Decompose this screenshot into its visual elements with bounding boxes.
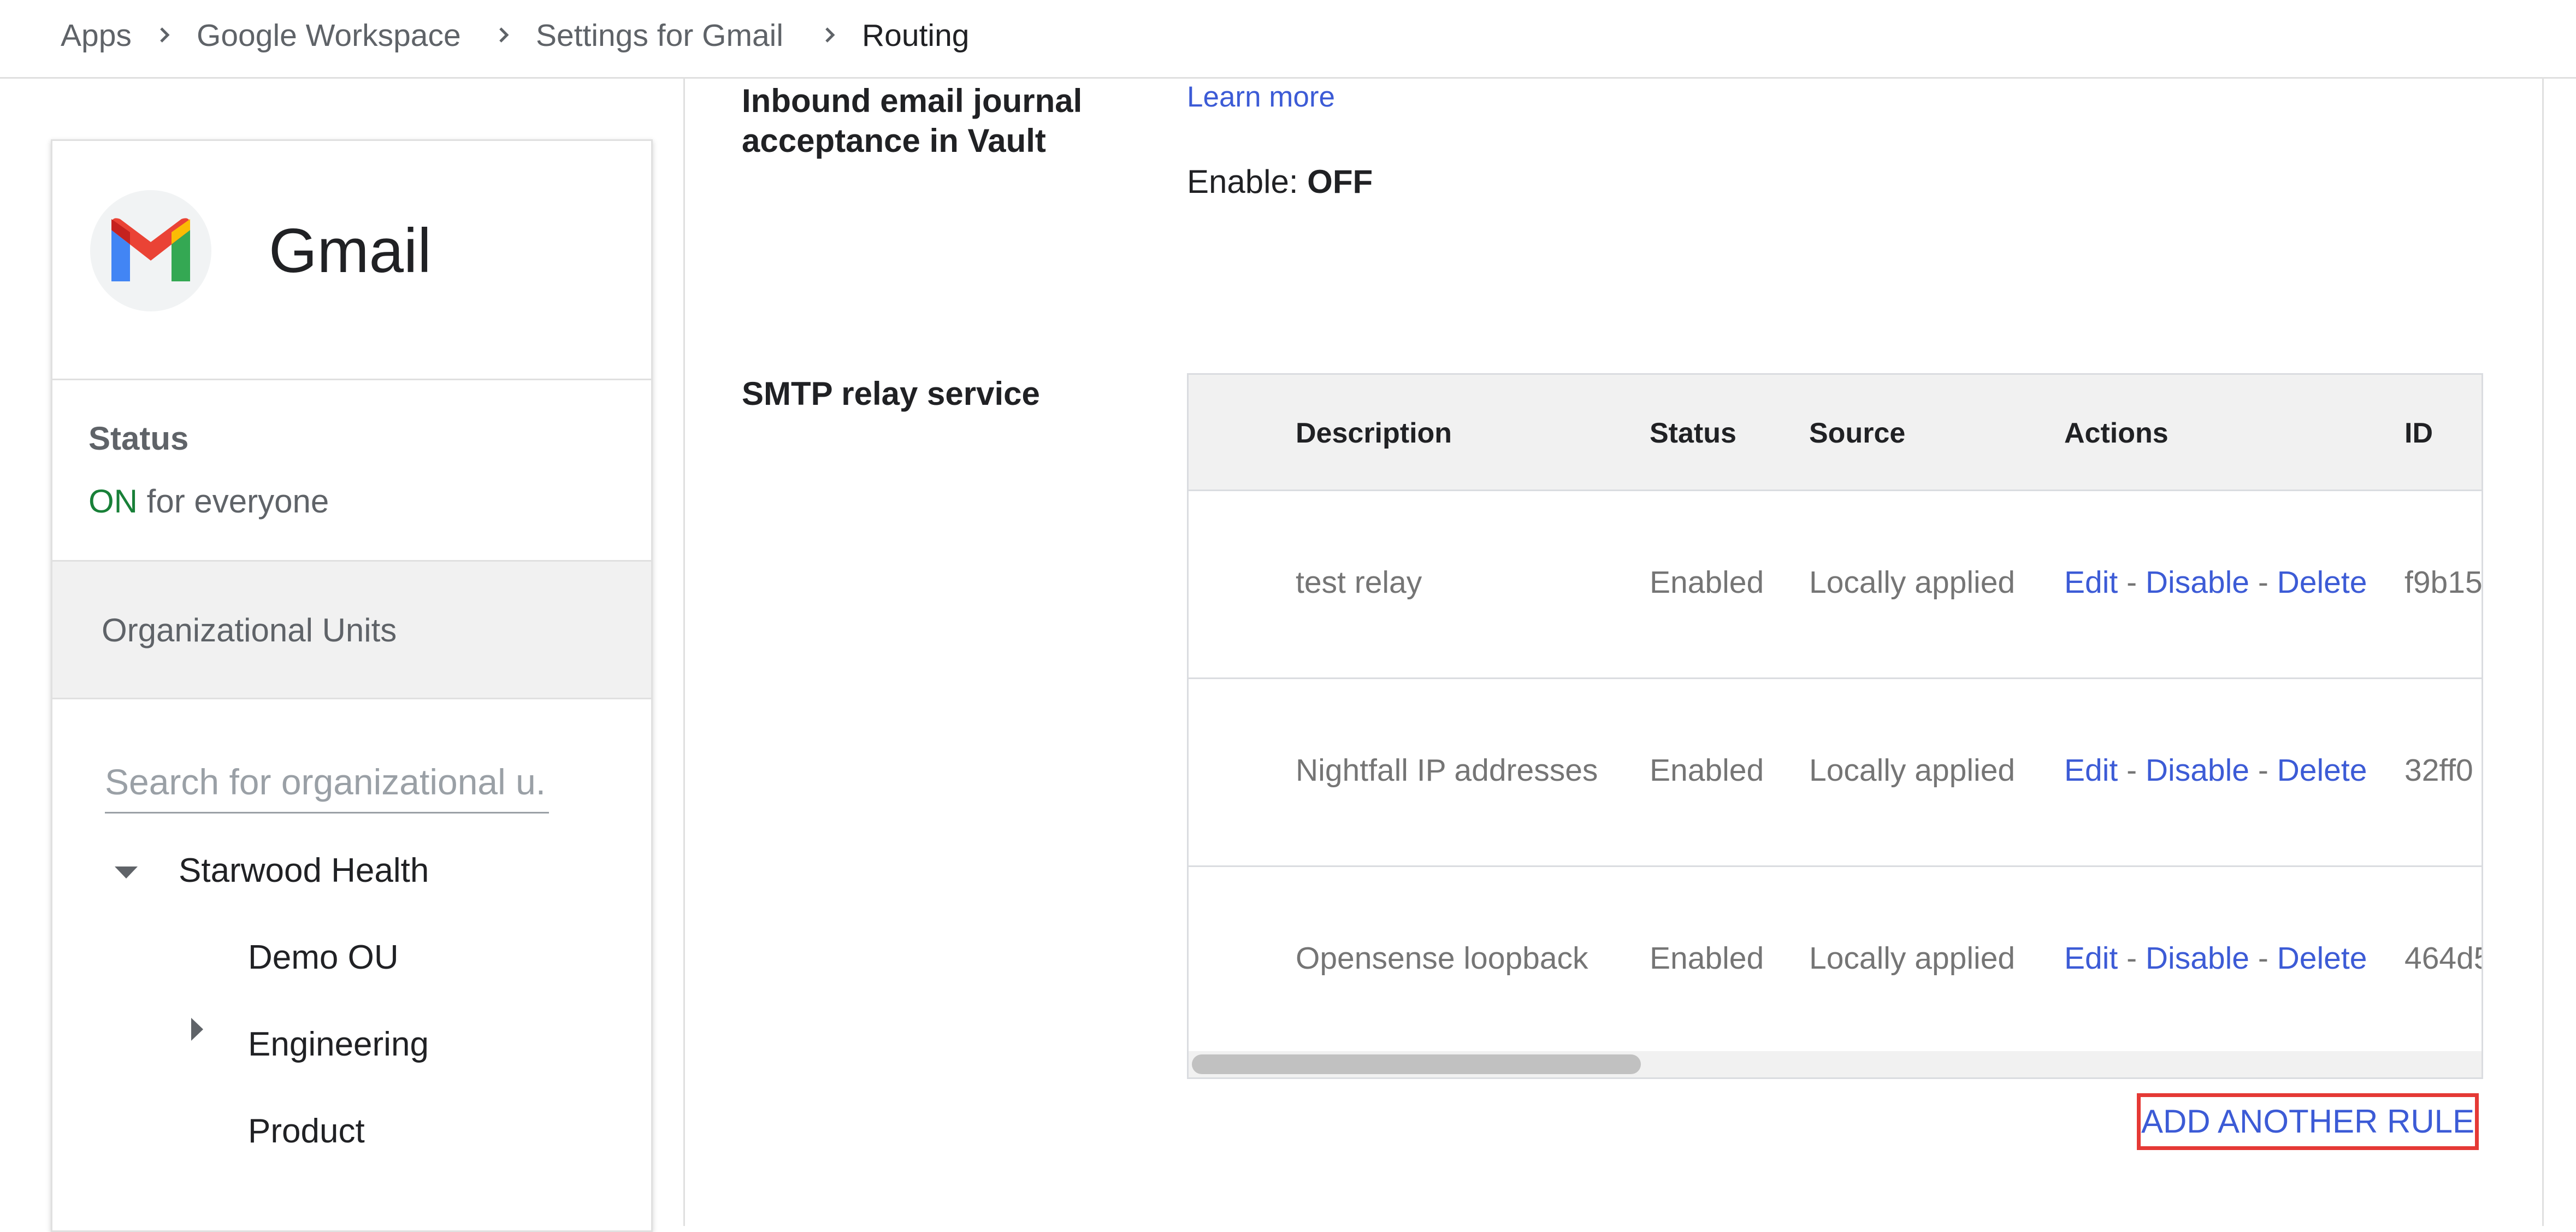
journal-title-line: Inbound email journal: [742, 82, 1083, 119]
action-separator: -: [2118, 941, 2146, 976]
org-units-header: Organizational Units: [52, 560, 651, 699]
smtp-section-title: SMTP relay service: [742, 375, 1040, 412]
chevron-right-icon: [499, 27, 509, 43]
status-scope-text: for everyone: [138, 483, 329, 520]
edit-link[interactable]: Edit: [2064, 565, 2118, 600]
column-header-description[interactable]: Description: [1296, 417, 1452, 450]
status-label: Status: [88, 420, 189, 457]
status-on-text: ON: [88, 483, 138, 520]
ou-tree-item-demo-ou[interactable]: Demo OU: [248, 938, 399, 977]
enable-label: Enable:: [1187, 163, 1308, 200]
action-separator: -: [2249, 941, 2277, 976]
ou-tree-item-product[interactable]: Product: [248, 1112, 365, 1151]
ou-tree-root[interactable]: Starwood Health: [179, 851, 429, 890]
action-separator: -: [2249, 753, 2277, 788]
action-separator: -: [2249, 565, 2277, 600]
cell-source: Locally applied: [1809, 941, 2016, 976]
chevron-right-icon: [160, 27, 170, 43]
app-name: Gmail: [269, 216, 432, 286]
cell-id: 32ff0: [2404, 753, 2473, 788]
scrollbar-thumb[interactable]: [1192, 1054, 1641, 1074]
cell-description: test relay: [1296, 565, 1422, 600]
learn-more-link[interactable]: Learn more: [1187, 80, 1335, 114]
journal-enable-status: Enable: OFF: [1187, 163, 1373, 201]
cell-id: f9b15: [2404, 565, 2483, 600]
org-unit-search-input[interactable]: [105, 760, 549, 804]
org-unit-search: [105, 754, 549, 814]
enable-value: OFF: [1307, 163, 1373, 200]
table-row: Opensense loopback Enabled Locally appli…: [1189, 867, 2482, 1055]
delete-link[interactable]: Delete: [2277, 941, 2367, 976]
column-header-id[interactable]: ID: [2404, 417, 2433, 450]
disable-link[interactable]: Disable: [2146, 941, 2249, 976]
breadcrumb: Apps Google Workspace Settings for Gmail…: [0, 0, 2576, 79]
caret-right-icon[interactable]: [187, 1015, 206, 1044]
cell-status: Enabled: [1650, 941, 1764, 976]
cell-description: Nightfall IP addresses: [1296, 753, 1598, 788]
breadcrumb-settings-for-gmail[interactable]: Settings for Gmail: [536, 17, 783, 54]
add-another-rule-button[interactable]: ADD ANOTHER RULE: [2137, 1093, 2479, 1150]
horizontal-scrollbar[interactable]: [1189, 1051, 2482, 1077]
breadcrumb-google-workspace[interactable]: Google Workspace: [197, 17, 461, 54]
smtp-relay-table: Description Status Source Actions ID tes…: [1187, 373, 2483, 1079]
cell-actions: Edit - Disable - Delete: [2064, 564, 2367, 600]
cell-status: Enabled: [1650, 753, 1764, 788]
table-row: Nightfall IP addresses Enabled Locally a…: [1189, 679, 2482, 867]
edit-link[interactable]: Edit: [2064, 753, 2118, 788]
cell-id: 464d5: [2404, 941, 2483, 976]
gmail-icon: [111, 218, 190, 281]
cell-actions: Edit - Disable - Delete: [2064, 752, 2367, 788]
cell-description: Opensense loopback: [1296, 941, 1588, 976]
disable-link[interactable]: Disable: [2146, 565, 2249, 600]
caret-down-icon[interactable]: [111, 862, 141, 882]
cell-actions: Edit - Disable - Delete: [2064, 940, 2367, 976]
gmail-logo: [90, 190, 211, 311]
table-row: test relay Enabled Locally applied Edit …: [1189, 491, 2482, 679]
column-header-status[interactable]: Status: [1650, 417, 1736, 450]
disable-link[interactable]: Disable: [2146, 753, 2249, 788]
breadcrumb-apps[interactable]: Apps: [61, 17, 132, 54]
cell-status: Enabled: [1650, 565, 1764, 600]
column-header-actions: Actions: [2064, 417, 2169, 449]
cell-source: Locally applied: [1809, 565, 2016, 600]
ou-tree-item-engineering[interactable]: Engineering: [248, 1025, 429, 1064]
cell-source: Locally applied: [1809, 753, 2016, 788]
delete-link[interactable]: Delete: [2277, 565, 2367, 600]
action-separator: -: [2118, 753, 2146, 788]
divider: [52, 379, 651, 380]
edit-link[interactable]: Edit: [2064, 941, 2118, 976]
action-separator: -: [2118, 565, 2146, 600]
delete-link[interactable]: Delete: [2277, 753, 2367, 788]
content-divider: [683, 79, 685, 1226]
journal-section-title: Inbound email journal acceptance in Vaul…: [742, 81, 1082, 161]
table-header: Description Status Source Actions ID: [1189, 375, 2482, 491]
column-header-source[interactable]: Source: [1809, 417, 1905, 450]
breadcrumb-current: Routing: [862, 18, 970, 53]
chevron-right-icon: [825, 27, 835, 43]
app-sidebar-panel: Gmail Status ON for everyone Organizatio…: [51, 139, 653, 1232]
journal-title-line: acceptance in Vault: [742, 122, 1046, 159]
status-value: ON for everyone: [88, 482, 329, 520]
content-divider: [2542, 79, 2544, 1226]
org-units-label: Organizational Units: [102, 612, 397, 649]
